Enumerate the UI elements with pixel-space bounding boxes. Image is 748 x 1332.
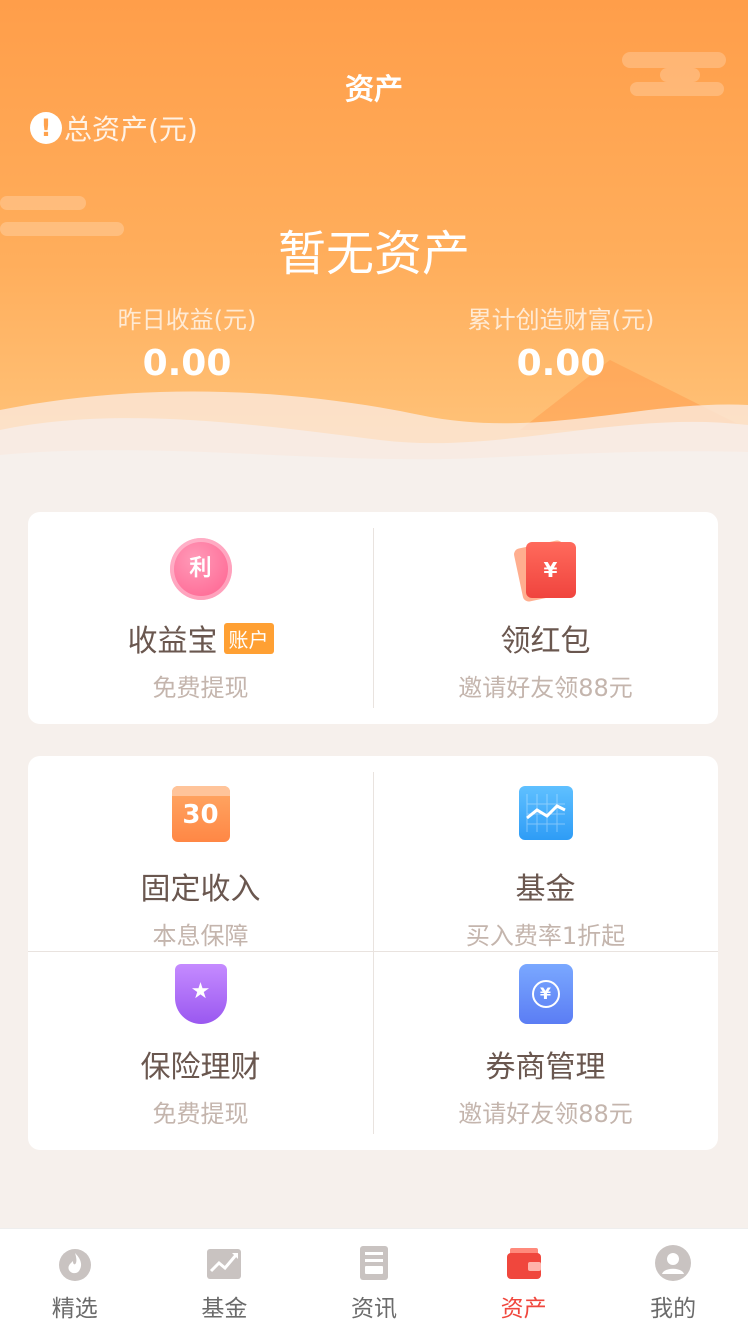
entry-title: 固定收入 — [140, 872, 261, 907]
entry-title: 券商管理 — [485, 1050, 606, 1085]
wallet-icon — [506, 1248, 541, 1279]
assets-header: 资产 ! 总资产(元) 暂无资产 昨日收益(元) 0.00 累计创造财富(元) … — [0, 0, 748, 480]
divider — [28, 951, 718, 952]
interest-coin-icon: 利 — [169, 538, 233, 602]
calendar-icon: 30 — [169, 786, 233, 850]
entry-subtitle: 邀请好友领88元 — [458, 1100, 633, 1128]
earnings-treasure-entry[interactable]: 利 收益宝 账户 免费提现 — [28, 538, 373, 703]
total-assets-toggle[interactable]: ! 总资产(元) — [30, 110, 198, 146]
entry-title: 保险理财 — [140, 1050, 261, 1085]
fund-chart-icon — [514, 786, 578, 850]
tab-label: 我的 — [650, 1296, 697, 1322]
red-envelope-entry[interactable]: ¥ 领红包 邀请好友领88元 — [373, 538, 718, 703]
featured-card: 利 收益宝 账户 免费提现 ¥ 领红包 邀请好友领88元 — [28, 512, 718, 724]
entry-subtitle: 免费提现 — [152, 674, 249, 702]
entry-subtitle: 买入费率1折起 — [465, 922, 626, 950]
tab-assets[interactable]: 资产 — [449, 1229, 599, 1332]
entry-subtitle: 本息保障 — [152, 922, 249, 950]
products-card: 30 固定收入 本息保障 基金 买入费率1折起 ★ 保险理财 免费提现 ¥ 券商… — [28, 756, 718, 1150]
cloud-decoration — [0, 196, 86, 210]
tab-label: 精选 — [51, 1296, 98, 1322]
tab-featured[interactable]: 精选 — [0, 1229, 150, 1332]
cumulative-wealth: 累计创造财富(元) 0.00 — [374, 300, 748, 384]
entry-title: 领红包 — [500, 624, 591, 659]
profile-icon — [655, 1245, 692, 1281]
entry-subtitle: 邀请好友领88元 — [458, 674, 633, 702]
stat-label: 昨日收益(元) — [117, 306, 257, 334]
stat-value: 0.00 — [142, 343, 232, 384]
tab-profile[interactable]: 我的 — [598, 1229, 748, 1332]
tab-news[interactable]: 资讯 — [299, 1229, 449, 1332]
stat-label: 累计创造财富(元) — [467, 306, 655, 334]
fund-entry[interactable]: 基金 买入费率1折起 — [373, 782, 718, 951]
yesterday-earnings: 昨日收益(元) 0.00 — [0, 300, 374, 384]
tab-label: 资讯 — [350, 1296, 397, 1322]
red-envelope-icon: ¥ — [512, 538, 578, 603]
empty-assets-text: 暂无资产 — [277, 226, 470, 282]
entry-title: 收益宝 — [127, 624, 218, 659]
entry-title: 基金 — [515, 872, 576, 907]
shield-star-icon: ★ — [169, 964, 233, 1028]
bottom-tab-bar: 精选 基金 资讯 资产 我的 — [0, 1228, 748, 1332]
info-icon[interactable]: ! — [30, 112, 62, 144]
trend-chart-icon — [207, 1249, 242, 1279]
wave-decoration — [0, 391, 748, 480]
tab-label: 资产 — [500, 1296, 547, 1322]
ticket-icon: ¥ — [514, 964, 578, 1028]
insurance-entry[interactable]: ★ 保险理财 免费提现 — [28, 964, 373, 1129]
tab-fund[interactable]: 基金 — [150, 1229, 300, 1332]
page-title: 资产 — [344, 72, 403, 106]
broker-entry[interactable]: ¥ 券商管理 邀请好友领88元 — [373, 964, 718, 1129]
account-badge: 账户 — [223, 622, 274, 654]
entry-subtitle: 免费提现 — [152, 1100, 249, 1128]
total-assets-label: 总资产(元) — [64, 113, 198, 146]
stat-value: 0.00 — [516, 343, 606, 384]
tab-label: 基金 — [201, 1296, 248, 1322]
fixed-income-entry[interactable]: 30 固定收入 本息保障 — [28, 782, 373, 951]
flame-icon — [58, 1249, 91, 1281]
news-icon — [359, 1246, 388, 1280]
